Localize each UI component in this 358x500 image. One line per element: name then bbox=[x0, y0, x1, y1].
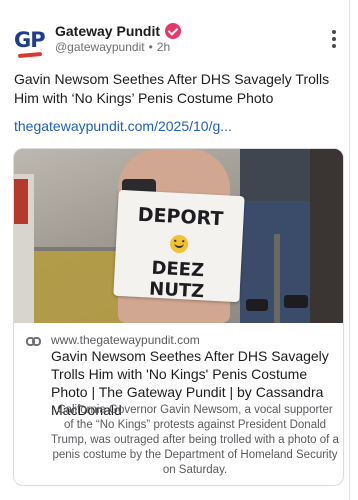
meta-separator: • bbox=[148, 40, 153, 54]
author-name-row: Gateway Pundit bbox=[55, 21, 182, 41]
verified-badge-icon bbox=[165, 23, 182, 39]
sign-line-2: DEEZ NUTZ bbox=[148, 257, 205, 303]
smiley-icon bbox=[169, 234, 189, 254]
more-vertical-icon[interactable] bbox=[331, 29, 337, 49]
preview-description: California Governor Gavin Newsom, a voca… bbox=[51, 404, 339, 476]
sign-line-1: DEPORT bbox=[137, 203, 224, 231]
post-header: GP Gateway Pundit @gatewaypundit • 2h bbox=[14, 20, 344, 60]
post-time: 2h bbox=[156, 40, 171, 54]
link-icon bbox=[26, 337, 42, 347]
author-handle[interactable]: @gatewaypundit bbox=[55, 40, 145, 54]
avatar-logo-text: GP bbox=[14, 28, 46, 52]
divider bbox=[349, 0, 350, 500]
preview-image[interactable]: DEPORT DEEZ NUTZ bbox=[14, 149, 343, 323]
author-meta: @gatewaypundit • 2h bbox=[55, 40, 170, 54]
post-link[interactable]: thegatewaypundit.com/2025/10/g... bbox=[14, 118, 232, 134]
photo-shoe-right bbox=[284, 295, 308, 308]
avatar[interactable]: GP bbox=[14, 26, 46, 59]
post-card: GP Gateway Pundit @gatewaypundit • 2h Ga… bbox=[0, 0, 358, 500]
protest-sign: DEPORT DEEZ NUTZ bbox=[113, 189, 245, 303]
photo-tree bbox=[310, 149, 343, 323]
photo-bystander-legs bbox=[274, 234, 280, 323]
photo-shoe-left bbox=[246, 299, 268, 311]
photo-left-figure-accent bbox=[14, 179, 28, 224]
logo-swoosh bbox=[17, 51, 43, 59]
author-name[interactable]: Gateway Pundit bbox=[55, 23, 160, 39]
post-text: Gavin Newsom Seethes After DHS Savagely … bbox=[14, 71, 330, 106]
preview-domain: www.thegatewaypundit.com bbox=[51, 333, 200, 347]
link-preview-card[interactable]: DEPORT DEEZ NUTZ www.thegatewaypundit.co… bbox=[13, 148, 344, 486]
